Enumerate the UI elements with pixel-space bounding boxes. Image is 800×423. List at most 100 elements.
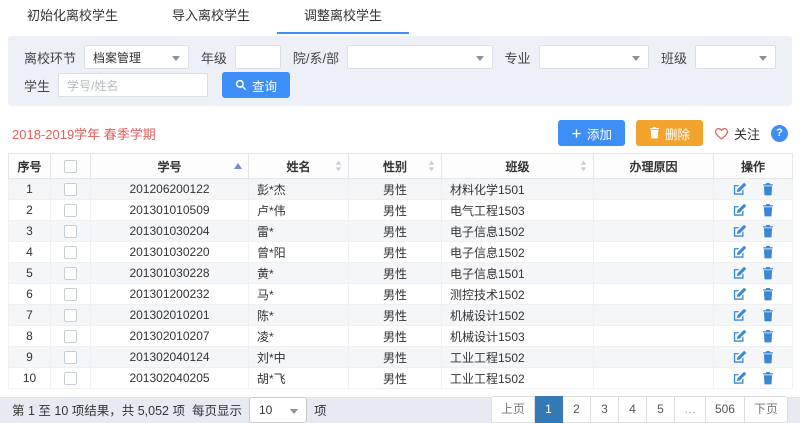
delete-row-icon[interactable] <box>762 309 774 322</box>
reason-cell <box>594 284 714 305</box>
gender-cell: 男性 <box>349 221 442 242</box>
delete-row-icon[interactable] <box>762 288 774 301</box>
header-gender[interactable]: 性别 <box>349 154 442 179</box>
trash-icon <box>649 127 660 139</box>
toolbar: 2018-2019学年 春季学期 添加 删除 关注 ? <box>0 112 800 153</box>
stage-select-value: 档案管理 <box>93 49 141 66</box>
delete-row-icon[interactable] <box>762 246 774 259</box>
header-class[interactable]: 班级 <box>442 154 594 179</box>
reason-cell <box>594 263 714 284</box>
student-input[interactable]: 学号/姓名 <box>58 73 208 97</box>
help-icon[interactable]: ? <box>771 125 788 142</box>
page-button-506[interactable]: 506 <box>706 396 745 423</box>
grade-label: 年级 <box>201 48 227 67</box>
row-checkbox[interactable] <box>64 267 77 280</box>
row-checkbox-cell <box>51 326 91 347</box>
page-button-1[interactable]: 1 <box>535 396 563 423</box>
reason-cell <box>594 200 714 221</box>
header-student-id[interactable]: 学号 <box>91 154 249 179</box>
row-checkbox[interactable] <box>64 372 77 385</box>
prev-page-button[interactable]: 上页 <box>491 396 535 423</box>
tab-init-leave-students[interactable]: 初始化离校学生 <box>0 0 145 34</box>
student-label: 学生 <box>24 76 50 95</box>
row-checkbox[interactable] <box>64 183 77 196</box>
row-checkbox[interactable] <box>64 309 77 322</box>
content-card: 初始化离校学生 导入离校学生 调整离校学生 离校环节 档案管理 年级 院/系/部… <box>0 0 800 398</box>
table-row: 9 201302040124 刘*中 男性 工业工程1502 <box>9 347 793 368</box>
actions-cell <box>714 179 793 200</box>
row-checkbox[interactable] <box>64 330 77 343</box>
row-checkbox[interactable] <box>64 246 77 259</box>
class-cell: 电子信息1501 <box>442 263 594 284</box>
delete-row-icon[interactable] <box>762 204 774 217</box>
table-row: 6 201301200232 马* 男性 测控技术1502 <box>9 284 793 305</box>
per-page-label: 每页显示 <box>192 400 242 419</box>
edit-icon[interactable] <box>733 182 747 196</box>
student-name-cell: 凌* <box>249 326 349 347</box>
delete-row-icon[interactable] <box>762 183 774 196</box>
delete-row-icon[interactable] <box>762 267 774 280</box>
reason-cell <box>594 368 714 389</box>
class-cell: 工业工程1502 <box>442 368 594 389</box>
edit-icon[interactable] <box>733 203 747 217</box>
page-button-4[interactable]: 4 <box>619 396 647 423</box>
grade-input[interactable] <box>235 45 281 69</box>
row-checkbox[interactable] <box>64 351 77 364</box>
table-row: 2 201301010509 卢*伟 男性 电气工程1503 <box>9 200 793 221</box>
follow-button[interactable]: 关注 <box>714 124 760 143</box>
dept-select[interactable] <box>347 45 492 69</box>
stage-select[interactable]: 档案管理 <box>84 45 189 69</box>
per-page-select[interactable]: 10 <box>249 397 307 423</box>
tab-import-leave-students[interactable]: 导入离校学生 <box>145 0 277 34</box>
filter-row-1: 离校环节 档案管理 年级 院/系/部 专业 班级 <box>18 43 782 71</box>
student-name-cell: 陈* <box>249 305 349 326</box>
class-select[interactable] <box>695 45 776 69</box>
select-all-checkbox[interactable] <box>64 160 77 173</box>
edit-icon[interactable] <box>733 371 747 385</box>
student-id-cell: 201206200122 <box>91 179 249 200</box>
row-checkbox[interactable] <box>64 204 77 217</box>
delete-row-icon[interactable] <box>762 330 774 343</box>
gender-cell: 男性 <box>349 179 442 200</box>
delete-row-icon[interactable] <box>762 372 774 385</box>
filter-row-2: 学生 学号/姓名 查询 <box>18 71 782 99</box>
delete-button[interactable]: 删除 <box>636 120 703 146</box>
tab-adjust-leave-students[interactable]: 调整离校学生 <box>277 0 409 34</box>
delete-row-icon[interactable] <box>762 225 774 238</box>
per-page-suffix: 项 <box>314 400 327 419</box>
header-name[interactable]: 姓名 <box>249 154 349 179</box>
gender-cell: 男性 <box>349 326 442 347</box>
student-id-cell: 201301010509 <box>91 200 249 221</box>
actions-cell <box>714 305 793 326</box>
actions-cell <box>714 200 793 221</box>
edit-icon[interactable] <box>733 287 747 301</box>
actions-cell <box>714 284 793 305</box>
row-index-cell: 6 <box>9 284 51 305</box>
student-id-cell: 201302010207 <box>91 326 249 347</box>
edit-icon[interactable] <box>733 266 747 280</box>
search-icon <box>235 79 247 91</box>
delete-button-label: 删除 <box>665 124 690 143</box>
gender-cell: 男性 <box>349 242 442 263</box>
row-checkbox-cell <box>51 284 91 305</box>
search-button[interactable]: 查询 <box>222 72 290 98</box>
edit-icon[interactable] <box>733 224 747 238</box>
class-label: 班级 <box>661 48 687 67</box>
edit-icon[interactable] <box>733 329 747 343</box>
page-button-2[interactable]: 2 <box>563 396 591 423</box>
edit-icon[interactable] <box>733 308 747 322</box>
results-info: 第 1 至 10 项结果，共 5,052 项 <box>12 400 185 419</box>
edit-icon[interactable] <box>733 245 747 259</box>
row-checkbox[interactable] <box>64 288 77 301</box>
edit-icon[interactable] <box>733 350 747 364</box>
add-button[interactable]: 添加 <box>558 120 625 146</box>
row-checkbox[interactable] <box>64 225 77 238</box>
page-button-5[interactable]: 5 <box>647 396 675 423</box>
major-select[interactable] <box>539 45 649 69</box>
row-index-cell: 9 <box>9 347 51 368</box>
next-page-button[interactable]: 下页 <box>745 396 788 423</box>
row-index-cell: 8 <box>9 326 51 347</box>
pagination: 上页 1 2 3 4 5 … 506 下页 <box>491 396 788 423</box>
page-button-3[interactable]: 3 <box>591 396 619 423</box>
delete-row-icon[interactable] <box>762 351 774 364</box>
